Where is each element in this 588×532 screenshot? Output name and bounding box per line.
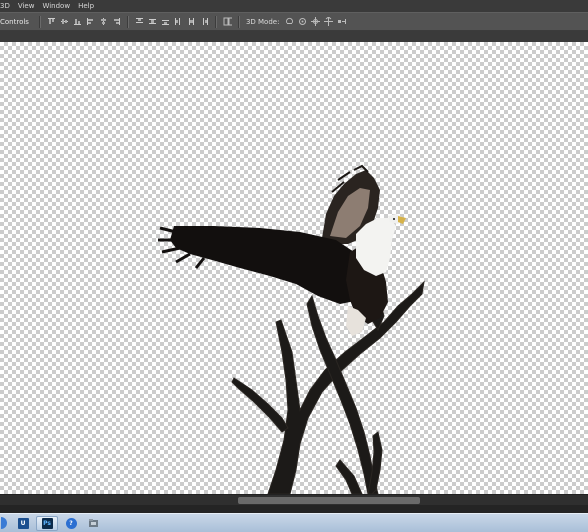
distribute-right-icon[interactable]	[200, 17, 209, 26]
menu-help[interactable]: Help	[78, 0, 94, 12]
status-strip	[0, 505, 588, 513]
ultraedit-icon-glyph: U	[17, 517, 29, 529]
align-top-icon[interactable]	[47, 17, 56, 26]
menu-3d[interactable]: 3D	[0, 0, 10, 12]
align-hcenter-icon[interactable]	[99, 17, 108, 26]
taskbar: U Ps ?	[0, 513, 588, 532]
options-bar: Controls 3D Mode:	[0, 12, 588, 31]
roll-3d-icon[interactable]	[298, 17, 307, 26]
menu-view[interactable]: View	[18, 0, 35, 12]
pan-3d-icon[interactable]	[311, 17, 321, 26]
rotate-3d-icon[interactable]	[285, 17, 294, 26]
distribute-top-icon[interactable]	[135, 17, 144, 26]
separator	[38, 15, 41, 28]
menu-bar: 3D View Window Help	[0, 0, 588, 12]
document-canvas[interactable]	[0, 42, 588, 494]
distribute-vcenter-icon[interactable]	[148, 17, 157, 26]
3d-mode-label: 3D Mode:	[245, 17, 280, 26]
photoshop-icon[interactable]: Ps	[36, 515, 58, 531]
help-icon-glyph: ?	[65, 517, 77, 529]
align-left-icon[interactable]	[86, 17, 95, 26]
show-transform-controls-label[interactable]: Controls	[0, 18, 29, 26]
align-bottom-icon[interactable]	[73, 17, 82, 26]
slide-3d-icon[interactable]	[324, 17, 334, 26]
distribute-bottom-icon[interactable]	[161, 17, 170, 26]
separator	[237, 15, 240, 28]
photoshop-icon-glyph: Ps	[41, 517, 53, 529]
eagle-image-layer	[158, 164, 425, 494]
align-vcenter-icon[interactable]	[60, 17, 69, 26]
align-right-icon[interactable]	[112, 17, 121, 26]
auto-align-icon[interactable]	[223, 17, 232, 26]
scale-3d-icon[interactable]	[337, 17, 347, 26]
scrollbar-thumb[interactable]	[238, 497, 420, 504]
start-icon[interactable]	[0, 516, 10, 531]
distribute-left-icon[interactable]	[174, 17, 183, 26]
branch-image	[231, 280, 425, 494]
distribute-hcenter-icon[interactable]	[187, 17, 196, 26]
document-tab-strip	[0, 31, 588, 42]
help-icon[interactable]: ?	[62, 516, 80, 531]
folder-icon[interactable]	[84, 516, 102, 531]
separator	[214, 15, 217, 28]
ultraedit-icon[interactable]: U	[14, 516, 32, 531]
separator	[126, 15, 129, 28]
menu-window[interactable]: Window	[42, 0, 70, 12]
